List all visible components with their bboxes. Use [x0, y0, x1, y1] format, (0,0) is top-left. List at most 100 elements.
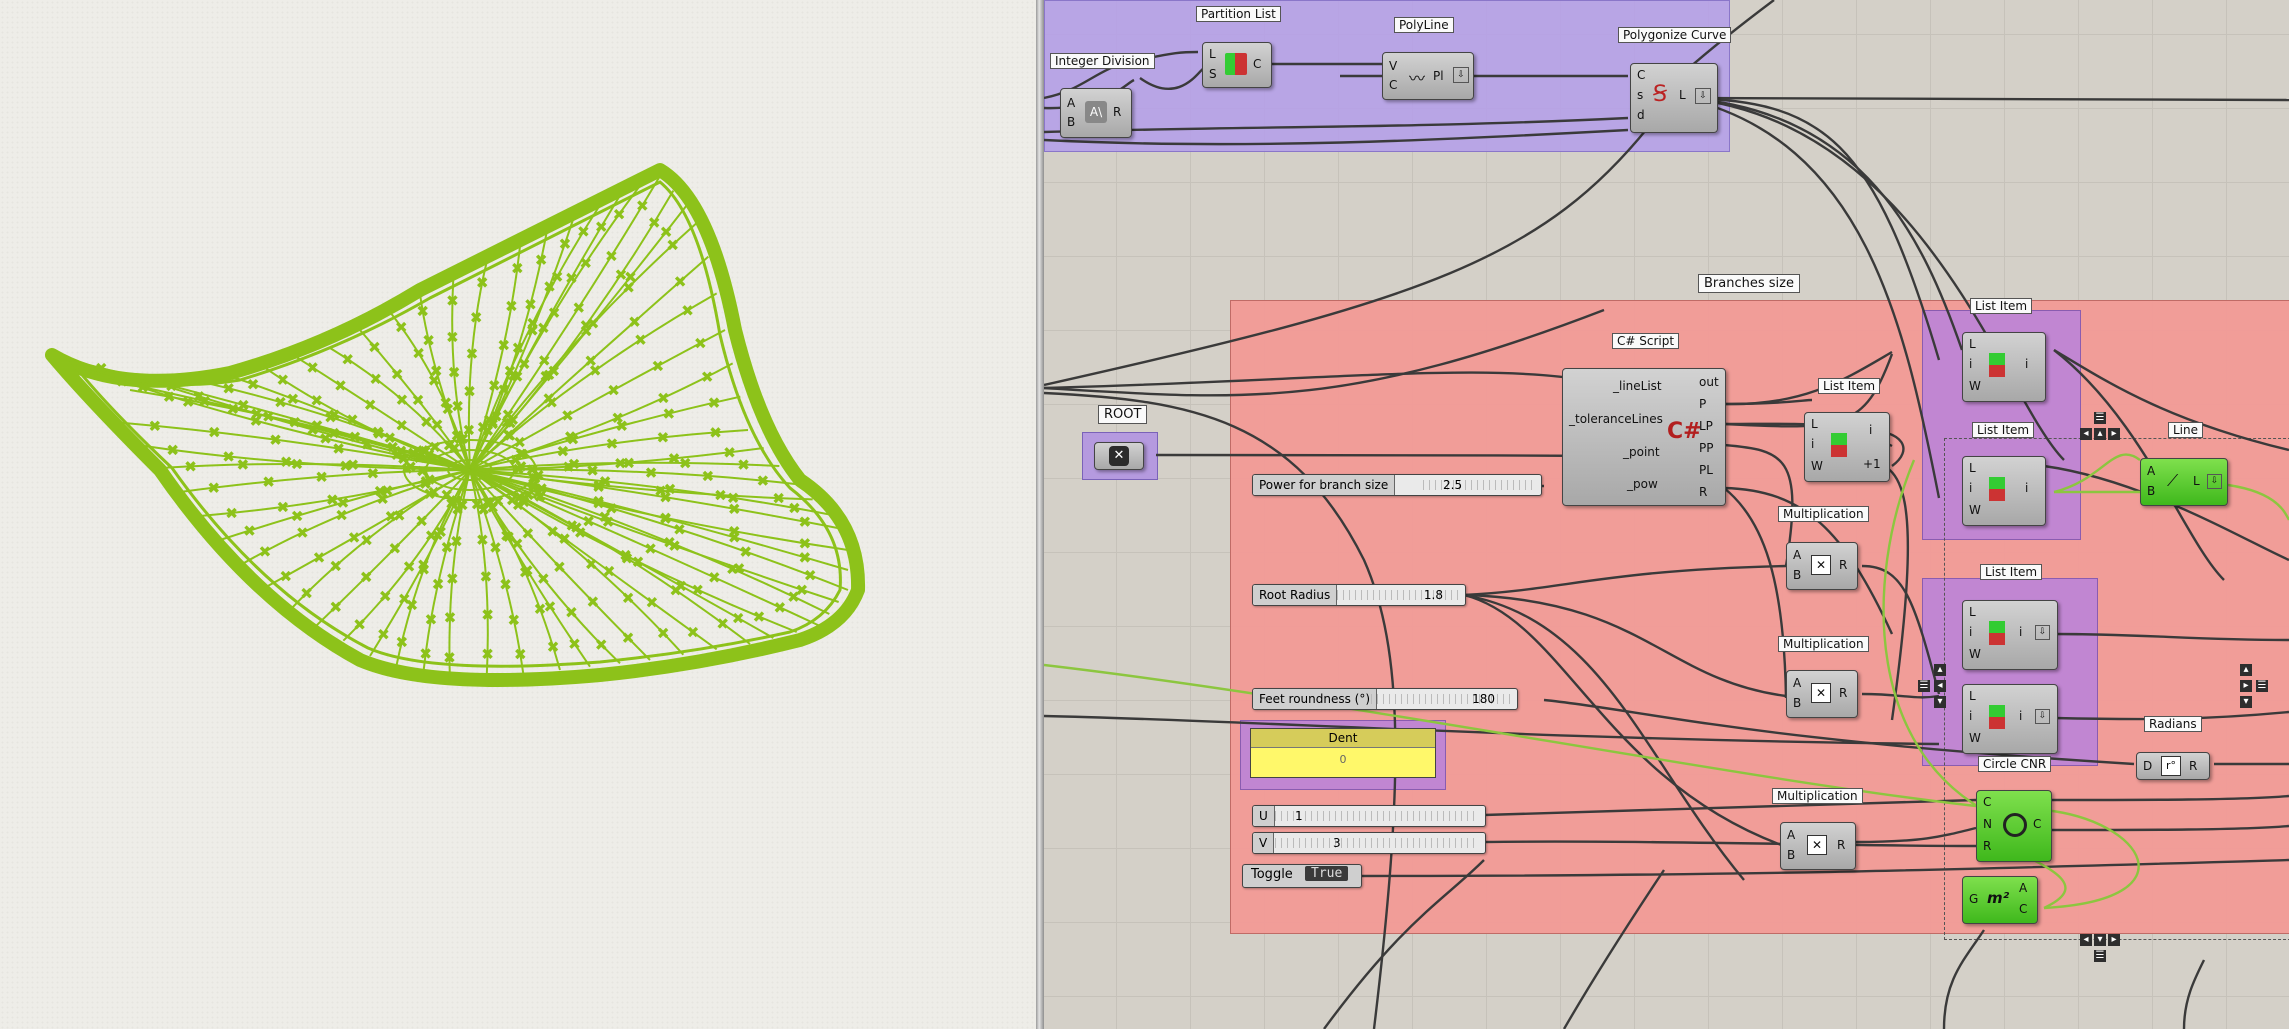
- port-r[interactable]: R: [1983, 839, 1991, 853]
- center-icon[interactable]: ▾: [2094, 934, 2106, 946]
- cluster-nav-arrows[interactable]: ☰ ◂ ▴ ▸: [2072, 412, 2132, 442]
- dent-panel[interactable]: Dent 0: [1250, 728, 1436, 778]
- port-c-out[interactable]: C: [2033, 817, 2041, 831]
- dropdown-arrow-icon[interactable]: ⇩: [1453, 67, 1469, 83]
- port-l[interactable]: L: [1969, 337, 1976, 351]
- right-arrow-icon[interactable]: ▸: [2108, 428, 2120, 440]
- port-b[interactable]: B: [2147, 484, 2155, 498]
- port-plus1-out[interactable]: +1: [1863, 457, 1881, 471]
- port-c[interactable]: C: [2019, 902, 2027, 916]
- port-pp[interactable]: PP: [1699, 441, 1713, 455]
- port-a[interactable]: A: [1793, 676, 1801, 690]
- csharp-script-component[interactable]: _lineList _toleranceLines _point _pow C#…: [1562, 368, 1726, 506]
- up-arrow-icon[interactable]: ☰: [2094, 412, 2106, 424]
- port-l[interactable]: L: [1209, 47, 1216, 61]
- dropdown-arrow-icon[interactable]: ⇩: [2035, 625, 2050, 640]
- panel-divider[interactable]: [1036, 0, 1044, 1029]
- dropdown-arrow-icon[interactable]: ⇩: [2035, 709, 2050, 724]
- feet-roundness-slider[interactable]: Feet roundness (°) 180: [1252, 688, 1518, 710]
- port-r[interactable]: R: [1839, 558, 1847, 572]
- area-component[interactable]: G m² A C: [1962, 876, 2038, 924]
- port-i[interactable]: i: [1969, 709, 1972, 723]
- port-w[interactable]: W: [1969, 647, 1981, 661]
- port-v[interactable]: V: [1389, 59, 1397, 73]
- port-r[interactable]: R: [1837, 838, 1845, 852]
- left-arrow-icon[interactable]: ◂: [2080, 428, 2092, 440]
- port-r[interactable]: R: [1113, 105, 1121, 119]
- port-r[interactable]: R: [2189, 759, 2197, 773]
- list-item-4-component[interactable]: L i W i ⇩: [1962, 600, 2058, 670]
- multiplication-1-component[interactable]: A B ✕ R: [1786, 542, 1858, 590]
- port-tolerancelines[interactable]: _toleranceLines: [1569, 412, 1663, 426]
- boolean-toggle[interactable]: Toggle True: [1242, 864, 1362, 888]
- list-item-1-component[interactable]: L i W i: [1962, 332, 2046, 402]
- menu-icon[interactable]: ☰: [2256, 680, 2268, 692]
- radians-component[interactable]: D r° R: [2136, 752, 2210, 780]
- power-slider[interactable]: Power for branch size 2.5: [1252, 474, 1542, 496]
- port-b[interactable]: B: [1793, 696, 1801, 710]
- port-a[interactable]: A: [1793, 548, 1801, 562]
- port-b[interactable]: B: [1793, 568, 1801, 582]
- port-l[interactable]: L: [1969, 689, 1976, 703]
- multiplication-3-component[interactable]: A B ✕ R: [1780, 822, 1856, 870]
- line-component[interactable]: A B ⟋ L ⇩: [2140, 458, 2228, 506]
- port-c[interactable]: C: [1253, 57, 1261, 71]
- port-point[interactable]: _point: [1623, 445, 1660, 459]
- port-r[interactable]: R: [1699, 485, 1707, 499]
- dent-panel-value[interactable]: 0: [1251, 748, 1435, 772]
- port-l[interactable]: L: [1679, 88, 1686, 102]
- port-i[interactable]: i: [1969, 357, 1972, 371]
- partition-list-component[interactable]: L S C: [1202, 42, 1272, 88]
- circle-cnr-component[interactable]: C N R C: [1976, 790, 2052, 862]
- port-w[interactable]: W: [1969, 731, 1981, 745]
- port-l[interactable]: L: [2193, 474, 2200, 488]
- port-i[interactable]: i: [1969, 625, 1972, 639]
- left-arrow-icon[interactable]: ◂: [2080, 934, 2092, 946]
- port-b[interactable]: B: [1787, 848, 1795, 862]
- cluster-nav-bottom[interactable]: ◂ ▾ ▸ ☰: [2072, 934, 2132, 968]
- list-item-5-component[interactable]: L i W i ⇩: [1962, 684, 2058, 754]
- port-c[interactable]: C: [1637, 68, 1645, 82]
- port-i-out[interactable]: i: [2025, 481, 2028, 495]
- menu-icon[interactable]: ☰: [1918, 680, 1930, 692]
- port-w[interactable]: W: [1969, 503, 1981, 517]
- rhino-viewport[interactable]: [0, 0, 1036, 1029]
- port-pow[interactable]: _pow: [1627, 477, 1658, 491]
- port-n[interactable]: N: [1983, 817, 1992, 831]
- port-s[interactable]: s: [1637, 88, 1643, 102]
- port-c[interactable]: C: [1389, 78, 1397, 92]
- port-p[interactable]: P: [1699, 397, 1706, 411]
- port-l[interactable]: L: [1811, 417, 1818, 431]
- root-radius-slider[interactable]: Root Radius 1.8: [1252, 584, 1466, 606]
- port-l[interactable]: L: [1969, 461, 1976, 475]
- slider-track[interactable]: [1423, 480, 1535, 490]
- down-arrow-icon[interactable]: ▾: [2240, 696, 2252, 708]
- dropdown-arrow-icon[interactable]: ⇩: [2207, 474, 2222, 489]
- u-slider[interactable]: U 1: [1252, 805, 1486, 827]
- up-arrow-icon[interactable]: ▴: [2240, 664, 2252, 676]
- center-icon[interactable]: ◂: [1934, 680, 1946, 692]
- grasshopper-canvas[interactable]: Branches size ROOT Integer Division A B …: [1044, 0, 2289, 1029]
- port-pl[interactable]: Pl: [1433, 69, 1444, 83]
- slider-track[interactable]: [1275, 811, 1479, 821]
- port-i[interactable]: i: [1969, 481, 1972, 495]
- port-i-out[interactable]: i: [2025, 357, 2028, 371]
- port-s[interactable]: S: [1209, 67, 1217, 81]
- port-r[interactable]: R: [1839, 686, 1847, 700]
- port-i[interactable]: i: [1811, 437, 1814, 451]
- center-icon[interactable]: ▴: [2094, 428, 2106, 440]
- multiplication-2-component[interactable]: A B ✕ R: [1786, 670, 1858, 718]
- port-pl[interactable]: PL: [1699, 463, 1713, 477]
- port-b[interactable]: B: [1067, 115, 1075, 129]
- port-i-out[interactable]: i: [2019, 709, 2022, 723]
- port-c[interactable]: C: [1983, 795, 1991, 809]
- port-d[interactable]: D: [2143, 759, 2152, 773]
- port-a[interactable]: A: [1067, 96, 1075, 110]
- down-arrow-icon[interactable]: ▾: [1934, 696, 1946, 708]
- v-slider[interactable]: V 3: [1252, 832, 1486, 854]
- port-out[interactable]: out: [1699, 375, 1719, 389]
- port-linelist[interactable]: _lineList: [1613, 379, 1662, 393]
- port-d[interactable]: d: [1637, 108, 1645, 122]
- cluster-nav-right[interactable]: ▴ ▸ ☰ ▾: [2240, 664, 2276, 714]
- cluster-nav-left[interactable]: ▴ ☰ ◂ ▾: [1918, 664, 1952, 714]
